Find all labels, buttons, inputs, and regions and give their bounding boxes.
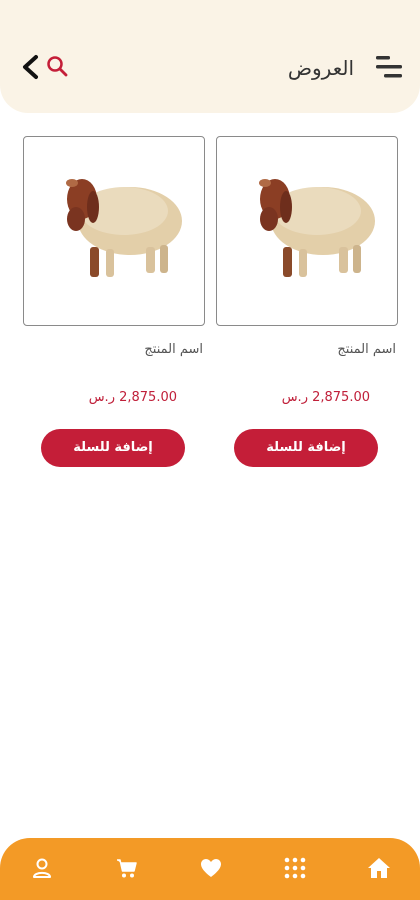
product-image[interactable] xyxy=(216,136,398,326)
sheep-image xyxy=(66,179,182,277)
add-to-cart-button[interactable]: إضافة للسلة xyxy=(41,429,185,467)
heart-icon[interactable] xyxy=(199,856,223,880)
product-name[interactable]: اسم المنتج xyxy=(144,342,203,357)
bottom-nav xyxy=(0,838,420,900)
user-icon[interactable] xyxy=(30,856,54,880)
product-card[interactable]: اسم المنتج 2,875.00 ر.س إضافة للسلة xyxy=(216,136,402,467)
app-header: العروض xyxy=(0,0,420,113)
menu-lines-icon[interactable] xyxy=(374,54,404,80)
product-price: 2,875.00 ر.س xyxy=(281,390,370,405)
product-card[interactable]: اسم المنتج 2,875.00 ر.س إضافة للسلة xyxy=(23,136,209,467)
sheep-image xyxy=(259,179,375,277)
add-to-cart-button[interactable]: إضافة للسلة xyxy=(234,429,378,467)
page-title: العروض xyxy=(287,56,354,80)
chevron-left-icon[interactable] xyxy=(20,54,42,80)
product-name[interactable]: اسم المنتج xyxy=(337,342,396,357)
cart-icon[interactable] xyxy=(115,856,139,880)
home-icon[interactable] xyxy=(367,856,391,880)
grid-icon[interactable] xyxy=(283,856,307,880)
search-icon[interactable] xyxy=(46,55,68,77)
product-image[interactable] xyxy=(23,136,205,326)
product-price: 2,875.00 ر.س xyxy=(88,390,177,405)
